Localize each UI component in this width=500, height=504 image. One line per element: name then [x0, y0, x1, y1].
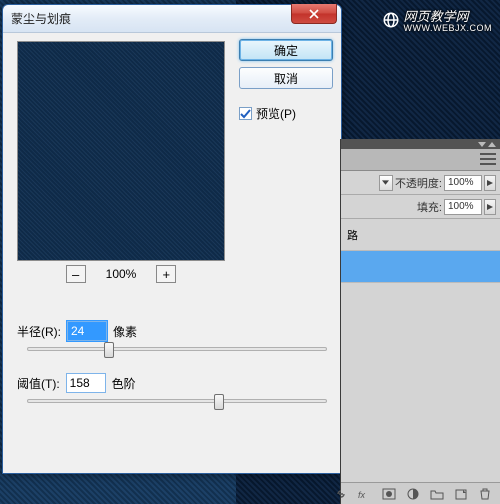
opacity-value[interactable]: 100% — [444, 175, 482, 191]
zoom-in-button[interactable]: + — [156, 265, 176, 283]
layers-footer: fx — [341, 482, 500, 504]
preview-checkbox-row: 预览(P) — [239, 105, 333, 122]
fill-row: 填充: 100% — [341, 195, 500, 219]
mask-icon[interactable] — [382, 487, 396, 501]
threshold-input[interactable] — [66, 373, 106, 393]
layer-item[interactable]: 路 — [341, 219, 500, 251]
opacity-label: 不透明度: — [395, 175, 442, 191]
dialog-title: 蒙尘与划痕 — [11, 10, 71, 27]
radius-slider-thumb[interactable] — [104, 342, 114, 358]
titlebar[interactable]: 蒙尘与划痕 — [3, 5, 341, 33]
fill-value[interactable]: 100% — [444, 199, 482, 215]
check-icon — [240, 108, 251, 119]
threshold-slider[interactable] — [27, 399, 327, 403]
svg-text:fx: fx — [358, 490, 366, 500]
panel-tabs — [341, 149, 500, 171]
preview-canvas[interactable] — [17, 41, 225, 261]
layer-item-selected[interactable] — [341, 251, 500, 283]
zoom-controls: – 100% + — [17, 265, 225, 283]
dust-scratches-dialog: 蒙尘与划痕 – 100% + 确定 取消 预览(P) 半径(R): 像素 — [2, 4, 342, 474]
fill-flyout[interactable] — [484, 199, 496, 215]
panel-collapse-bar[interactable] — [341, 139, 500, 149]
radius-label: 半径(R): — [17, 323, 61, 340]
cancel-button[interactable]: 取消 — [239, 67, 333, 89]
close-button[interactable] — [291, 4, 337, 24]
preview-label: 预览(P) — [256, 105, 296, 122]
radius-input[interactable] — [67, 321, 107, 341]
preview-checkbox[interactable] — [239, 107, 252, 120]
zoom-percent: 100% — [106, 267, 137, 281]
globe-icon — [382, 11, 400, 29]
radius-slider[interactable] — [27, 347, 327, 351]
blend-mode-caret[interactable] — [379, 175, 393, 191]
dialog-body: – 100% + 确定 取消 预览(P) 半径(R): 像素 阈值(T): — [3, 33, 341, 473]
link-layers-icon[interactable] — [334, 487, 348, 501]
fill-label: 填充: — [417, 199, 442, 215]
adjust-layer-icon[interactable] — [406, 487, 420, 501]
layers-panel: 不透明度: 100% 填充: 100% 路 fx — [340, 139, 500, 504]
radius-row: 半径(R): 像素 — [17, 321, 333, 341]
layer-name: 路 — [347, 227, 358, 243]
threshold-slider-thumb[interactable] — [214, 394, 224, 410]
threshold-label: 阈值(T): — [17, 375, 60, 392]
group-icon[interactable] — [430, 487, 444, 501]
ok-button[interactable]: 确定 — [239, 39, 333, 61]
close-icon — [309, 9, 319, 19]
trash-icon[interactable] — [478, 487, 492, 501]
chevron-down-icon — [382, 180, 389, 185]
zoom-out-button[interactable]: – — [66, 265, 86, 283]
opacity-flyout[interactable] — [484, 175, 496, 191]
dialog-button-col: 确定 取消 预览(P) — [239, 39, 333, 122]
radius-unit: 像素 — [113, 323, 137, 340]
panel-menu-icon[interactable] — [480, 153, 496, 165]
new-layer-icon[interactable] — [454, 487, 468, 501]
triangle-right-icon — [487, 204, 493, 210]
triangle-right-icon — [487, 180, 493, 186]
opacity-row: 不透明度: 100% — [341, 171, 500, 195]
watermark-url: WWW.WEBJX.COM — [404, 23, 493, 33]
watermark: 网页教学网 WWW.WEBJX.COM — [382, 6, 493, 33]
threshold-row: 阈值(T): 色阶 — [17, 373, 333, 393]
threshold-unit: 色阶 — [112, 375, 136, 392]
fx-icon[interactable]: fx — [358, 487, 372, 501]
